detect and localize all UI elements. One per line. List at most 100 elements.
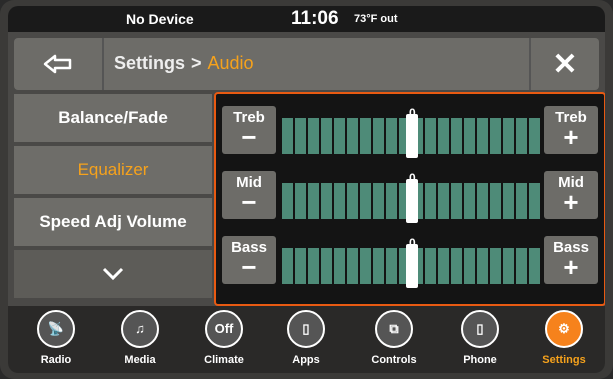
minus-icon: −	[241, 252, 257, 282]
eq-segment	[295, 118, 306, 154]
eq-segment	[282, 118, 293, 154]
mid-slider[interactable]: 0	[282, 171, 540, 223]
slider-thumb[interactable]	[406, 244, 418, 288]
radio-icon: 📡	[37, 310, 75, 348]
breadcrumb-separator: >	[191, 53, 202, 73]
treble-slider[interactable]: 0	[282, 106, 540, 158]
dock-media[interactable]: ♫ Media	[100, 310, 180, 370]
climate-icon: Off	[205, 310, 243, 348]
back-button[interactable]	[14, 38, 104, 90]
eq-segment	[425, 118, 436, 154]
eq-segment	[321, 248, 332, 284]
dock-label: Controls	[371, 354, 417, 366]
bass-row: Bass − 0 Bass +	[216, 236, 604, 296]
head-unit-frame: No Device 11:06 73°F out Settings > Audio …	[0, 0, 613, 379]
eq-segment	[529, 183, 540, 219]
bass-plus-button[interactable]: Bass +	[544, 236, 598, 284]
eq-segment	[438, 183, 449, 219]
eq-segment	[503, 183, 514, 219]
back-arrow-icon	[43, 54, 72, 74]
eq-segment	[373, 183, 384, 219]
device-status: No Device	[126, 11, 194, 27]
minus-icon: −	[241, 122, 257, 152]
treble-row: Treb − 0 Treb +	[216, 106, 604, 166]
eq-segment	[334, 183, 345, 219]
apps-icon: ▯	[287, 310, 325, 348]
breadcrumb: Settings > Audio	[114, 53, 254, 74]
eq-segment	[464, 183, 475, 219]
eq-segment	[503, 248, 514, 284]
eq-segment	[477, 248, 488, 284]
mid-minus-button[interactable]: Mid −	[222, 171, 276, 219]
mid-row: Mid − 0 Mid +	[216, 171, 604, 231]
dock-label: Media	[124, 354, 156, 366]
minus-icon: −	[241, 187, 257, 217]
dock-settings[interactable]: ⚙ Settings	[524, 310, 604, 370]
eq-segment	[438, 118, 449, 154]
eq-segment	[295, 183, 306, 219]
menu-item-equalizer[interactable]: Equalizer	[14, 146, 212, 196]
eq-segment	[347, 118, 358, 154]
plus-icon: +	[563, 122, 579, 152]
outside-temp: 73°F out	[354, 13, 398, 25]
dock-apps[interactable]: ▯ Apps	[266, 310, 346, 370]
eq-segment	[386, 183, 397, 219]
equalizer-panel: Treb − 0 Treb + Mid − 0 Mid + Bass − 0 Bass +	[214, 92, 605, 306]
dock-controls[interactable]: ⧉ Controls	[354, 310, 434, 370]
eq-segment	[490, 248, 501, 284]
slider-thumb[interactable]	[406, 179, 418, 223]
controls-icon: ⧉	[375, 310, 413, 348]
breadcrumb-settings[interactable]: Settings	[114, 53, 185, 73]
plus-icon: +	[563, 187, 579, 217]
eq-segment	[334, 118, 345, 154]
dock-label: Climate	[204, 354, 244, 366]
audio-menu: Balance/Fade Equalizer Speed Adj Volume	[14, 94, 212, 300]
bass-slider[interactable]: 0	[282, 236, 540, 288]
eq-segment	[321, 118, 332, 154]
dock-climate[interactable]: Off Climate	[184, 310, 264, 370]
scroll-down-button[interactable]	[14, 250, 212, 300]
eq-segment	[516, 183, 527, 219]
dock-phone[interactable]: ▯ Phone	[440, 310, 520, 370]
close-icon: ✕	[552, 47, 578, 81]
slider-value: 0	[409, 171, 416, 185]
eq-segment	[438, 248, 449, 284]
eq-segment	[373, 248, 384, 284]
eq-segment	[295, 248, 306, 284]
eq-segment	[282, 183, 293, 219]
treble-plus-button[interactable]: Treb +	[544, 106, 598, 154]
eq-segment	[386, 248, 397, 284]
eq-segment	[516, 118, 527, 154]
dock-label: Radio	[40, 354, 72, 366]
eq-segment	[386, 118, 397, 154]
eq-segment	[529, 248, 540, 284]
eq-segment	[347, 183, 358, 219]
media-icon: ♫	[121, 310, 159, 348]
eq-segment	[464, 118, 475, 154]
dock-label: Apps	[292, 354, 320, 366]
eq-segment	[425, 248, 436, 284]
plus-icon: +	[563, 252, 579, 282]
eq-segment	[308, 118, 319, 154]
menu-item-speed-adj-volume[interactable]: Speed Adj Volume	[14, 198, 212, 248]
dock-label: Phone	[463, 354, 497, 366]
slider-value: 0	[409, 106, 416, 120]
treble-minus-button[interactable]: Treb −	[222, 106, 276, 154]
eq-segment	[360, 248, 371, 284]
close-button[interactable]: ✕	[529, 38, 599, 90]
clock: 11:06	[291, 8, 339, 29]
settings-icon: ⚙	[545, 310, 583, 348]
eq-segment	[464, 248, 475, 284]
screen: No Device 11:06 73°F out Settings > Audio …	[8, 6, 605, 373]
eq-segment	[347, 248, 358, 284]
dock-radio[interactable]: 📡 Radio	[16, 310, 96, 370]
menu-item-balance-fade[interactable]: Balance/Fade	[14, 94, 212, 144]
eq-segment	[477, 183, 488, 219]
bass-minus-button[interactable]: Bass −	[222, 236, 276, 284]
eq-segment	[373, 118, 384, 154]
mid-plus-button[interactable]: Mid +	[544, 171, 598, 219]
dock-label: Settings	[542, 354, 586, 366]
eq-segment	[451, 118, 462, 154]
eq-segment	[282, 248, 293, 284]
slider-thumb[interactable]	[406, 114, 418, 158]
